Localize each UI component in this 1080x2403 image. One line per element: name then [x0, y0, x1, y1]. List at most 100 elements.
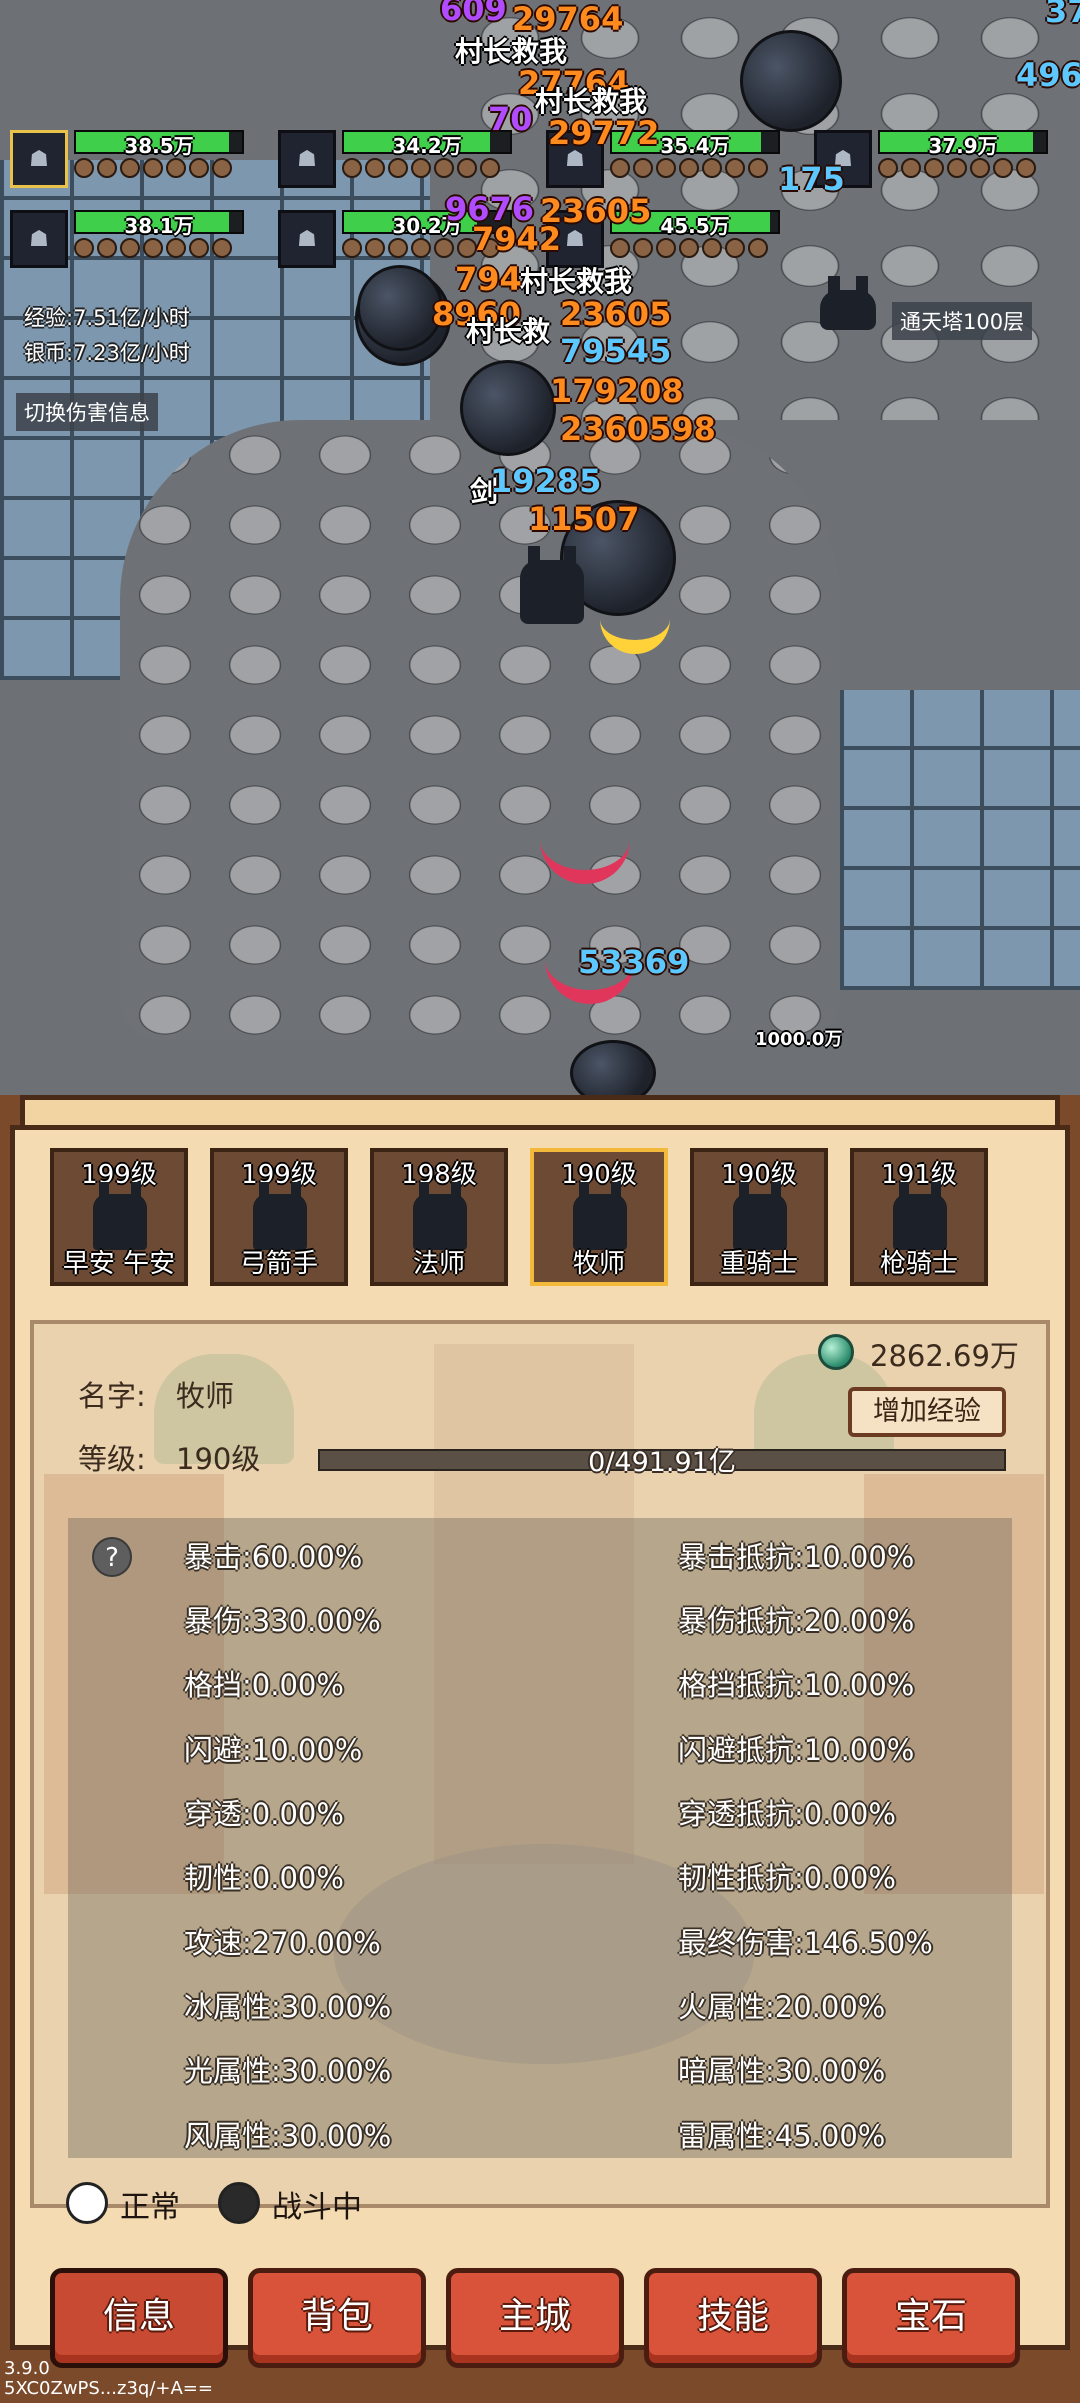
stat-left: 攻速:270.00% [184, 1926, 381, 1960]
stat-left: 冰属性:30.00% [184, 1990, 392, 2024]
stat-left: 暴击:60.00% [184, 1540, 363, 1574]
damage-number: 609 [440, 0, 507, 28]
nav-main-city-button[interactable]: 主城 [446, 2268, 624, 2368]
damage-number: 175 [778, 160, 845, 198]
nav-gems-button[interactable]: 宝石 [842, 2268, 1020, 2368]
slash-effect [600, 560, 670, 654]
party-row-2: ☗ 38.1万 ☗ 30.2万 ☗ 45.5万 [10, 210, 796, 268]
nav-skills-button[interactable]: 技能 [644, 2268, 822, 2368]
status-battle-radio[interactable] [218, 2182, 260, 2224]
hero-slot[interactable]: 199级 早安 午安 [50, 1148, 188, 1286]
buff-icons [74, 158, 244, 178]
member-hp-bar: 38.1万 [74, 210, 244, 238]
hero-slot[interactable]: 190级 重骑士 [690, 1148, 828, 1286]
party-member[interactable]: ☗ 38.5万 [10, 130, 260, 188]
name-label: 名字: [78, 1379, 146, 1413]
shout-text: 村长救 [466, 315, 551, 348]
damage-number: 496 [1016, 56, 1080, 94]
hero-name: 枪骑士 [879, 1249, 958, 1279]
hero-level: 190级 [561, 1160, 637, 1190]
stat-left: 穿透:0.00% [184, 1797, 344, 1831]
status-battle-label: 战斗中 [272, 2190, 362, 2225]
hero-portrait-icon [573, 1182, 627, 1250]
member-hp-bar: 34.2万 [342, 130, 512, 158]
stat-left: 格挡:0.00% [184, 1668, 344, 1702]
buff-icons [610, 238, 780, 258]
damage-number: 23605 [560, 295, 672, 333]
stat-left: 闪避:10.00% [184, 1733, 363, 1767]
stage-label: 通天塔100层 [892, 302, 1033, 340]
party-member[interactable]: ☗ 38.1万 [10, 210, 260, 268]
damage-number: 1000.0万 [755, 1029, 843, 1050]
hero-portrait-icon [413, 1182, 467, 1250]
damage-number: 19285 [490, 462, 602, 500]
stat-left: 光属性:30.00% [184, 2054, 392, 2088]
stat-right: 格挡抵抗:10.00% [678, 1668, 915, 1702]
level-label: 等级: [78, 1442, 146, 1476]
status-normal-label: 正常 [120, 2190, 180, 2225]
party-member[interactable]: ☗ 37.9万 [814, 130, 1064, 188]
help-icon[interactable]: ? [92, 1537, 132, 1577]
shout-text: 村长救我 [520, 265, 633, 298]
cobblestone-path [120, 420, 840, 1040]
exp-rate: 经验:7.51亿/小时 [24, 306, 190, 330]
damage-number: 11507 [528, 500, 640, 538]
toggle-damage-info-button[interactable]: 切换伤害信息 [16, 393, 158, 431]
stat-right: 闪避抵抗:10.00% [678, 1733, 915, 1767]
dark-orb-enemy [460, 360, 556, 456]
buff-icons [610, 158, 780, 178]
hero-portrait-icon [893, 1182, 947, 1250]
nav-bag-button[interactable]: 背包 [248, 2268, 426, 2368]
level-value: 190级 [176, 1442, 261, 1476]
exp-progress-text: 0/491.91亿 [588, 1447, 736, 1478]
build-id-text: 5XC0ZwPS...z3q/+A== [4, 2378, 213, 2399]
member-hp-bar: 37.9万 [878, 130, 1048, 158]
nav-info-button[interactable]: 信息 [50, 2268, 228, 2368]
hero-selector: 199级 早安 午安 199级 弓箭手 198级 法师 190级 牧师 190级… [50, 1148, 988, 1286]
hero-level: 191级 [881, 1160, 957, 1190]
add-exp-button[interactable]: 增加经验 [848, 1387, 1006, 1437]
hero-name: 早安 午安 [62, 1249, 176, 1279]
hero-name: 牧师 [572, 1249, 625, 1279]
party-member[interactable]: ☗ 34.2万 [278, 130, 528, 188]
stat-right: 火属性:20.00% [678, 1990, 886, 2024]
damage-number: 7942 [472, 220, 562, 258]
hp-text: 38.1万 [124, 214, 194, 238]
version-text: 3.9.0 [4, 2358, 50, 2379]
hero-level: 190级 [721, 1160, 797, 1190]
panel-top-border [20, 1095, 1060, 1125]
hero-sprite [520, 546, 584, 624]
hp-text: 34.2万 [392, 134, 462, 158]
party-row-1: ☗ 38.5万 ☗ 34.2万 ☗ 35.4万 ☗ 37.9万 [10, 130, 1064, 188]
status-normal-radio[interactable] [66, 2182, 108, 2224]
hero-level: 199级 [241, 1160, 317, 1190]
dark-orb-enemy [740, 30, 842, 132]
hero-slot[interactable]: 198级 法师 [370, 1148, 508, 1286]
hero-level: 199级 [81, 1160, 157, 1190]
member-avatar: ☗ [278, 130, 336, 188]
hero-name: 弓箭手 [239, 1249, 318, 1279]
damage-number: 79545 [560, 332, 672, 370]
hero-portrait-icon [253, 1182, 307, 1250]
stat-right: 雷属性:45.00% [678, 2119, 886, 2153]
hero-slot[interactable]: 191级 枪骑士 [850, 1148, 988, 1286]
silver-rate: 银币:7.23亿/小时 [24, 341, 190, 365]
stat-right: 暴击抵抗:10.00% [678, 1540, 915, 1574]
stat-left: 韧性:0.00% [184, 1861, 344, 1895]
damage-number: 37 [1045, 0, 1080, 30]
stat-right: 最终伤害:146.50% [678, 1926, 933, 1960]
gem-currency-icon [818, 1334, 854, 1370]
hp-text: 37.9万 [928, 134, 998, 158]
gem-currency-amount: 2862.69万 [870, 1339, 1019, 1373]
member-avatar: ☗ [10, 210, 68, 268]
hero-slot[interactable]: 199级 弓箭手 [210, 1148, 348, 1286]
damage-number: 53369 [578, 943, 690, 981]
damage-number: 70 [488, 100, 533, 138]
hero-portrait-icon [733, 1182, 787, 1250]
buff-icons [878, 158, 1048, 178]
hero-slot-selected[interactable]: 190级 牧师 [530, 1148, 668, 1286]
stat-right: 韧性抵抗:0.00% [678, 1861, 896, 1895]
stat-right: 暗属性:30.00% [678, 2054, 886, 2088]
damage-number: 2360598 [560, 410, 716, 448]
hp-text: 38.5万 [124, 134, 194, 158]
